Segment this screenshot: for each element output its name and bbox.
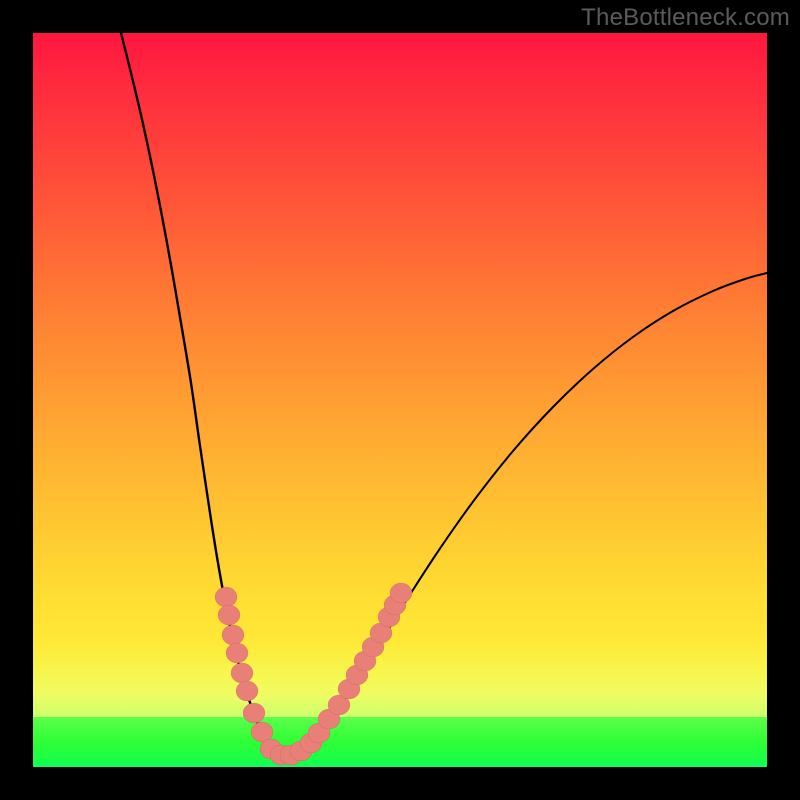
data-point [215,587,237,607]
data-point [226,643,248,663]
data-point [236,681,258,701]
data-point [218,605,240,625]
data-point [243,703,265,723]
plot-area [33,33,767,767]
data-point [231,663,253,683]
bottleneck-curve-left [121,33,283,757]
scatter-points [215,583,412,765]
chart-stage: TheBottleneck.com [0,0,800,800]
data-point [222,625,244,645]
curve-overlay [33,33,767,767]
watermark-text: TheBottleneck.com [581,4,790,32]
data-point [390,583,412,603]
